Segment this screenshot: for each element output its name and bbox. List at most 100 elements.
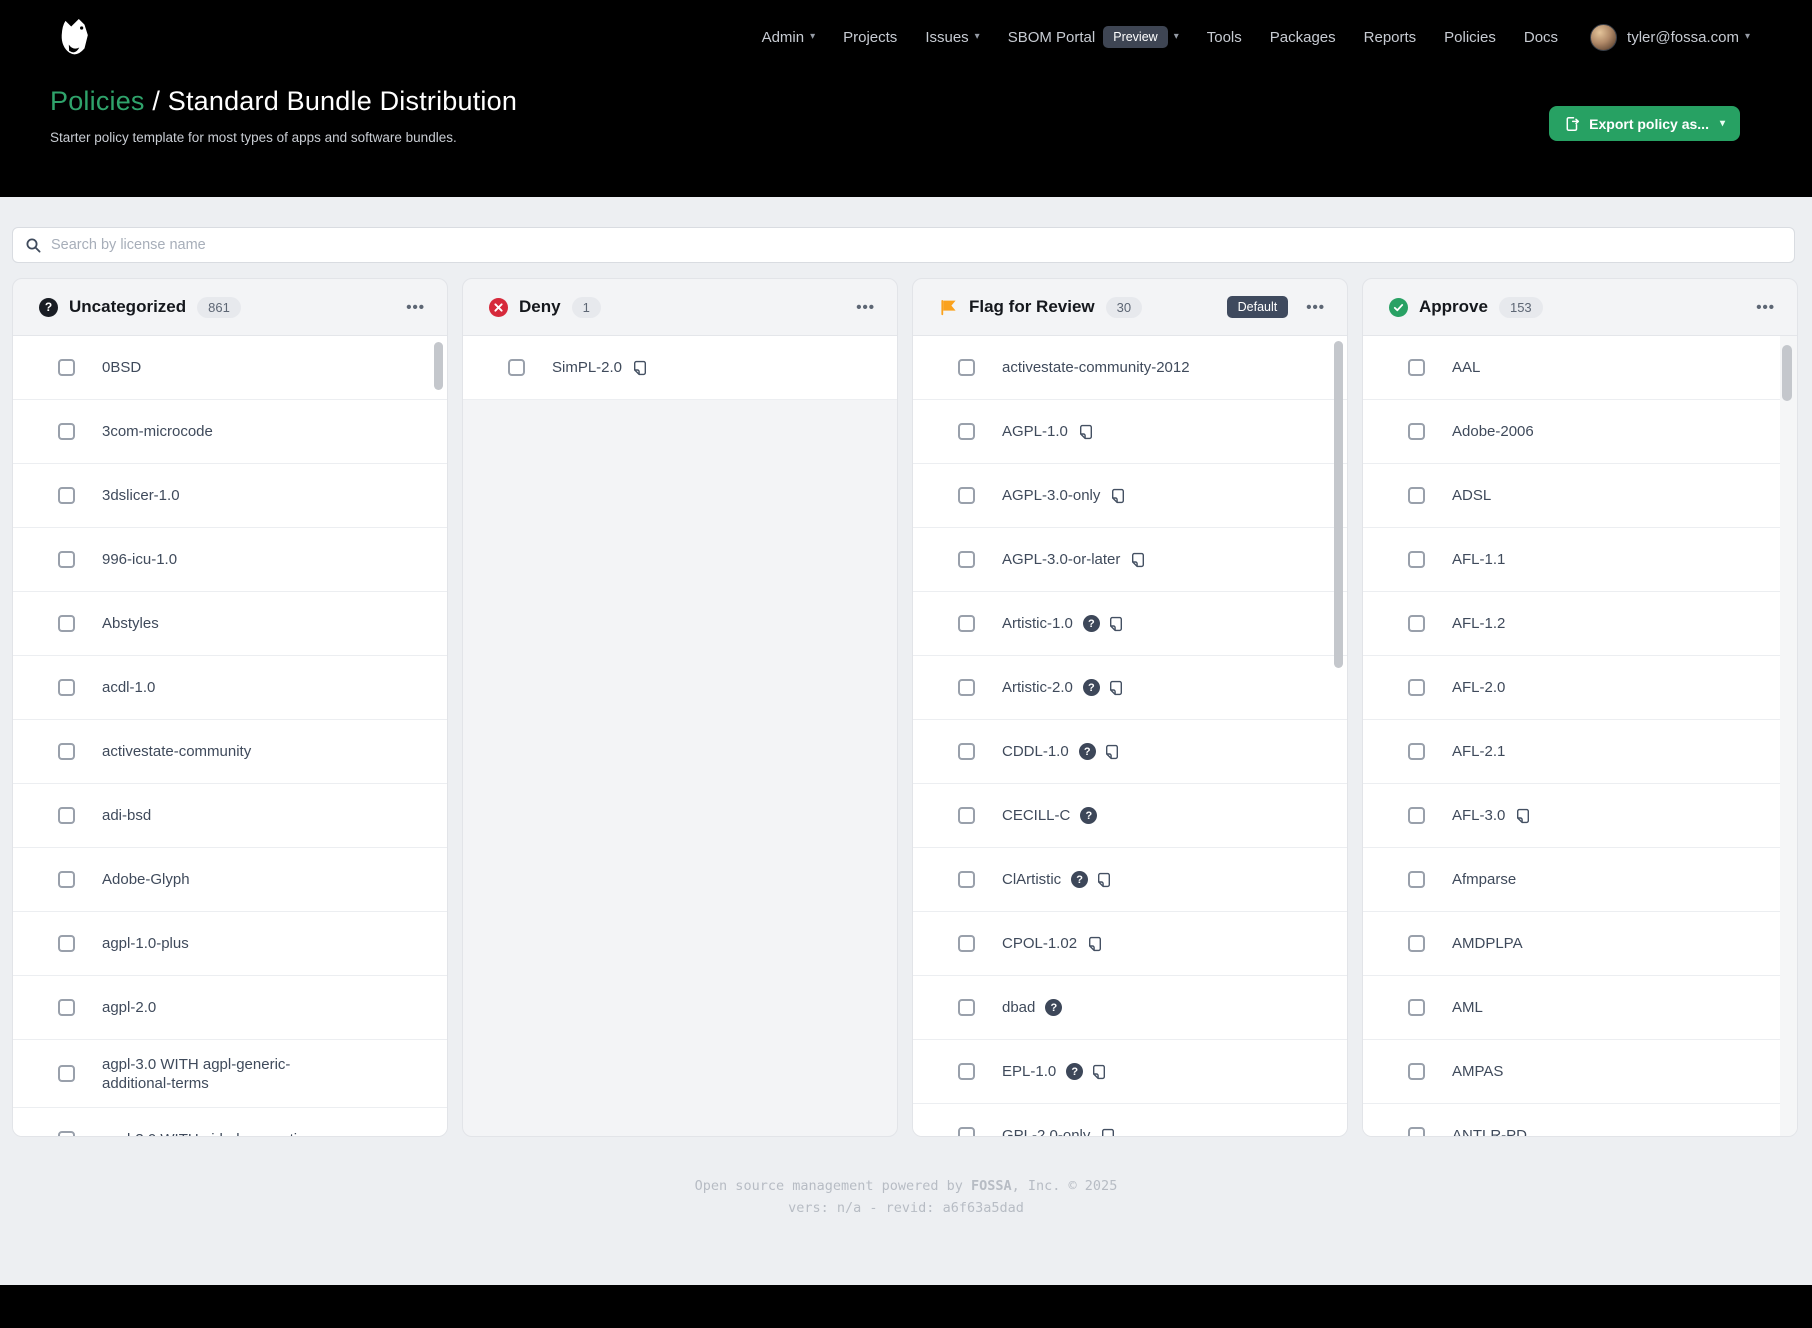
column-scrollbar-thumb[interactable] [1334,341,1343,668]
license-checkbox[interactable] [1408,1063,1425,1080]
license-checkbox[interactable] [1408,871,1425,888]
license-row[interactable]: ANTLR-PD [1363,1104,1780,1137]
license-row[interactable]: CPOL-1.02 [913,912,1347,976]
license-checkbox[interactable] [958,935,975,952]
license-row[interactable]: Abstyles [13,592,447,656]
nav-item[interactable]: Reports [1364,29,1417,46]
license-row[interactable]: agpl-2.0 [13,976,447,1040]
license-row[interactable]: activestate-community [13,720,447,784]
nav-item[interactable]: Projects [843,29,897,46]
license-checkbox[interactable] [958,487,975,504]
license-row[interactable]: adi-bsd [13,784,447,848]
license-checkbox[interactable] [1408,551,1425,568]
license-row[interactable]: SimPL-2.0 [463,336,897,400]
license-checkbox[interactable] [1408,743,1425,760]
license-checkbox[interactable] [1408,359,1425,376]
license-checkbox[interactable] [958,1063,975,1080]
license-row[interactable]: Adobe-Glyph [13,848,447,912]
license-checkbox[interactable] [1408,679,1425,696]
license-checkbox[interactable] [58,871,75,888]
license-row[interactable]: AFL-2.0 [1363,656,1780,720]
license-row[interactable]: activestate-community-2012 [913,336,1347,400]
license-checkbox[interactable] [58,935,75,952]
column-menu-icon[interactable]: ••• [1302,296,1329,319]
license-row[interactable]: AFL-2.1 [1363,720,1780,784]
user-menu[interactable]: tyler@fossa.com ▾ [1590,24,1750,51]
license-checkbox[interactable] [58,359,75,376]
license-checkbox[interactable] [58,615,75,632]
license-checkbox[interactable] [958,679,975,696]
license-checkbox[interactable] [958,615,975,632]
license-row[interactable]: AGPL-1.0 [913,400,1347,464]
column-scrollbar-thumb[interactable] [434,342,443,390]
license-checkbox[interactable] [58,1065,75,1082]
license-row[interactable]: AFL-1.1 [1363,528,1780,592]
nav-item[interactable]: Tools [1207,29,1242,46]
column-scrollbar-thumb[interactable] [1782,345,1792,401]
license-checkbox[interactable] [958,871,975,888]
license-checkbox[interactable] [1408,807,1425,824]
license-row[interactable]: AFL-3.0 [1363,784,1780,848]
license-checkbox[interactable] [1408,423,1425,440]
license-row[interactable]: CECILL-C ? [913,784,1347,848]
license-checkbox[interactable] [58,679,75,696]
license-checkbox[interactable] [1408,1127,1425,1137]
column-menu-icon[interactable]: ••• [402,296,429,319]
license-checkbox[interactable] [58,1131,75,1137]
license-row[interactable]: CDDL-1.0 ? [913,720,1347,784]
column-menu-icon[interactable]: ••• [852,296,879,319]
license-checkbox[interactable] [958,359,975,376]
license-checkbox[interactable] [58,999,75,1016]
license-row[interactable]: ClArtistic ? [913,848,1347,912]
license-row[interactable]: AMPAS [1363,1040,1780,1104]
license-row[interactable]: AML [1363,976,1780,1040]
license-checkbox[interactable] [508,359,525,376]
license-row[interactable]: Artistic-2.0 ? [913,656,1347,720]
license-checkbox[interactable] [1408,935,1425,952]
license-row[interactable]: AAL [1363,336,1780,400]
license-row[interactable]: AGPL-3.0-only [913,464,1347,528]
license-row[interactable]: 3dslicer-1.0 [13,464,447,528]
license-row[interactable]: 0BSD [13,336,447,400]
license-row[interactable]: agpl-3.0 WITH airbnb-exception [13,1108,447,1137]
column-menu-icon[interactable]: ••• [1752,296,1779,319]
license-checkbox[interactable] [1408,999,1425,1016]
nav-item[interactable]: Packages [1270,29,1336,46]
license-row[interactable]: EPL-1.0 ? [913,1040,1347,1104]
license-checkbox[interactable] [958,743,975,760]
license-checkbox[interactable] [58,743,75,760]
license-row[interactable]: agpl-3.0 WITH agpl-generic-additional-te… [13,1040,447,1108]
license-row[interactable]: AGPL-3.0-or-later [913,528,1347,592]
license-checkbox[interactable] [958,999,975,1016]
nav-item[interactable]: Policies [1444,29,1496,46]
fossa-logo[interactable] [56,16,94,58]
license-checkbox[interactable] [958,423,975,440]
nav-item[interactable]: Admin ▾ [762,29,816,46]
license-checkbox[interactable] [1408,615,1425,632]
nav-item[interactable]: Docs [1524,29,1558,46]
license-checkbox[interactable] [958,807,975,824]
license-row[interactable]: Artistic-1.0 ? [913,592,1347,656]
license-row[interactable]: ADSL [1363,464,1780,528]
license-row[interactable]: agpl-1.0-plus [13,912,447,976]
license-row[interactable]: AMDPLPA [1363,912,1780,976]
license-checkbox[interactable] [58,807,75,824]
license-row[interactable]: 996-icu-1.0 [13,528,447,592]
license-checkbox[interactable] [958,1127,975,1137]
license-checkbox[interactable] [58,551,75,568]
license-row[interactable]: GPL-2.0-only [913,1104,1347,1137]
nav-item[interactable]: Issues ▾ [925,29,979,46]
license-row[interactable]: Adobe-2006 [1363,400,1780,464]
license-row[interactable]: AFL-1.2 [1363,592,1780,656]
license-row[interactable]: dbad ? [913,976,1347,1040]
license-checkbox[interactable] [1408,487,1425,504]
license-checkbox[interactable] [58,487,75,504]
search-input[interactable] [51,237,1782,253]
license-checkbox[interactable] [58,423,75,440]
nav-item[interactable]: SBOM Portal Preview ▾ [1008,26,1179,48]
breadcrumb-policies-link[interactable]: Policies [50,86,145,116]
license-row[interactable]: acdl-1.0 [13,656,447,720]
license-checkbox[interactable] [958,551,975,568]
license-row[interactable]: Afmparse [1363,848,1780,912]
license-row[interactable]: 3com-microcode [13,400,447,464]
